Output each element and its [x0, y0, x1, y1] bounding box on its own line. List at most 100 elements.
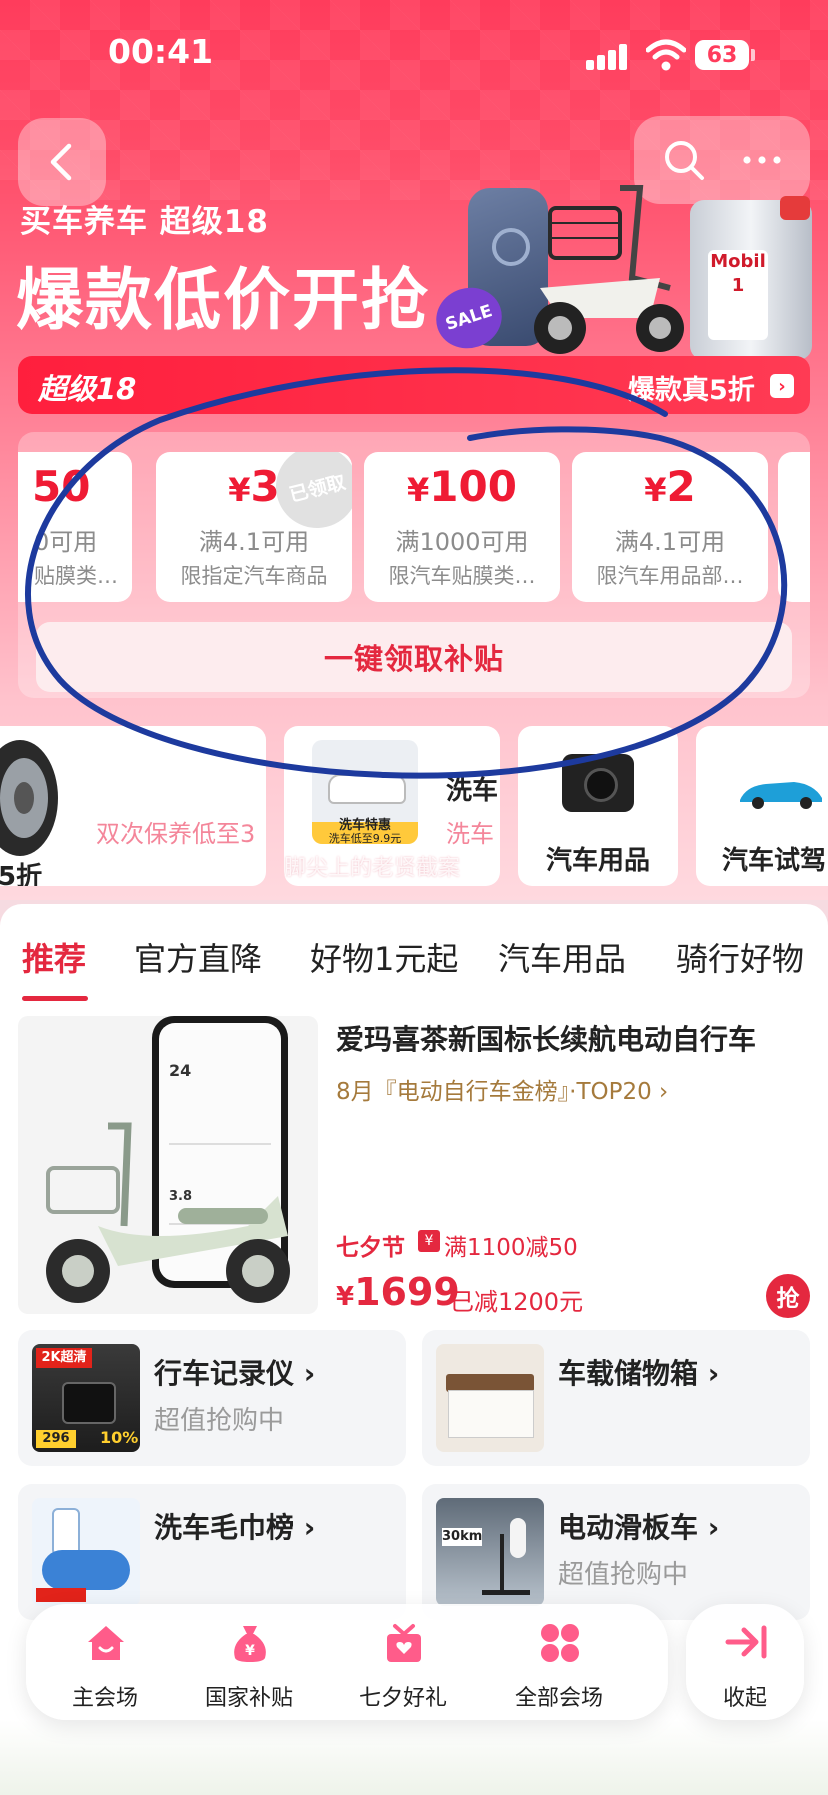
car-towel-thumbnail	[32, 1498, 140, 1606]
coupon-condition: 满1000可用	[395, 528, 529, 556]
featured-rank-link[interactable]: 8月『电动自行车金榜』·TOP20 ›	[336, 1072, 668, 1106]
nav-qixi-gifts[interactable]: 七夕好礼	[338, 1618, 468, 1714]
scooter-image	[534, 185, 684, 354]
coupon-card[interactable]: 50 0可用 贴膜类…	[18, 452, 132, 602]
mini-card-e-scooter[interactable]: 30km 电动滑板车 › 超值抢购中	[422, 1484, 810, 1620]
category-subtitle: 双次保养低至3	[96, 820, 256, 848]
active-tab-indicator	[22, 996, 88, 1001]
featured-price: ¥1699	[336, 1270, 460, 1314]
thumb-badge: 2K超清	[36, 1348, 92, 1368]
coupon-card[interactable]: ¥100 满1000可用 限汽车贴膜类…	[364, 452, 560, 602]
coupon-card[interactable]: ¥2 满4.1可用 限汽车用品部…	[572, 452, 768, 602]
mini-card-car-towel[interactable]: 洗车毛巾榜 ›	[18, 1484, 406, 1620]
coupon-tag-icon: ¥	[418, 1230, 440, 1252]
promo-label: 七夕节	[336, 1235, 405, 1261]
tab-one-yuan-deals[interactable]: 好物1元起	[310, 934, 458, 980]
back-button[interactable]	[18, 118, 106, 206]
mini-card-title: 电动滑板车 ›	[558, 1511, 720, 1544]
money-bag-icon: ¥	[234, 1626, 266, 1662]
coupon-scope: 贴膜类…	[34, 564, 118, 588]
dashcam-image	[562, 754, 634, 812]
ebike-image	[46, 1122, 290, 1303]
saved-amount: 已减1200元	[450, 1288, 584, 1316]
carwash-badge-sub: 洗车低至9.9元	[328, 832, 402, 844]
tab-cycling-goods[interactable]: 骑行好物	[676, 934, 804, 980]
status-time: 00:41	[108, 32, 214, 71]
category-title: 洗车	[446, 776, 499, 806]
coupon-card[interactable]: ¥3 满4.1可用 限指定汽车商品 已领取	[156, 452, 352, 602]
coupon-condition: 0可用	[34, 528, 98, 556]
phone-screen-value: 24	[169, 1061, 192, 1080]
gift-icon	[387, 1624, 421, 1662]
collapse-label: 收起	[722, 1686, 767, 1711]
mini-card-title: 车载储物箱 ›	[558, 1357, 720, 1390]
featured-product-image[interactable]: 24 3.8	[18, 1016, 318, 1314]
nav-label: 七夕好礼	[358, 1686, 447, 1711]
tab-recommended[interactable]: 推荐	[22, 934, 86, 980]
thumb-percent: 10%	[100, 1428, 139, 1447]
mini-card-title: 洗车毛巾榜 ›	[154, 1511, 316, 1544]
coupon-amount: 50	[32, 462, 91, 511]
oil-cap	[780, 196, 810, 220]
coupon-panel: 50 0可用 贴膜类… ¥3 满4.1可用 限指定汽车商品 已领取 ¥100 满…	[18, 432, 810, 698]
thumb-range: 30km	[442, 1528, 483, 1546]
claim-all-subsidies-button[interactable]: 一键领取补贴	[36, 622, 792, 692]
battery-indicator: 63	[695, 40, 749, 70]
tab-official-price-drop[interactable]: 官方直降	[134, 934, 262, 980]
mini-card-dashcam[interactable]: 2K超清 296 10% 行车记录仪 › 超值抢购中	[18, 1330, 406, 1466]
bottom-fade	[0, 1720, 828, 1795]
more-icon[interactable]	[742, 155, 782, 165]
thumb-price: 296	[36, 1430, 76, 1448]
cellular-signal-icon	[586, 44, 638, 70]
hero-headline: 爆款低价开抢	[16, 261, 430, 339]
category-title: 汽车用品	[546, 846, 651, 876]
coupon-scope: 限汽车贴膜类…	[388, 564, 536, 588]
oil-brand-label: Mobil 1	[708, 250, 768, 340]
half-price-link[interactable]: 爆款真5折	[628, 368, 755, 407]
collapse-arrow-icon	[725, 1625, 767, 1659]
nav-main-venue[interactable]: 主会场	[40, 1618, 170, 1714]
bottom-nav: 主会场 ¥ 国家补贴 七夕好礼 全部会场	[26, 1604, 668, 1720]
carwash-thumbnail: 洗车特惠 洗车低至9.9元	[312, 740, 418, 844]
deal-text: 满1100减50	[444, 1235, 578, 1261]
collapse-button[interactable]: 收起	[686, 1604, 804, 1720]
grid-icon	[541, 1624, 579, 1662]
svg-text:¥: ¥	[245, 1643, 255, 1659]
coupon-card-partial[interactable]	[778, 452, 810, 602]
home-icon	[88, 1626, 124, 1660]
tab-car-supplies[interactable]: 汽车用品	[498, 934, 626, 980]
storage-box-thumbnail	[436, 1344, 544, 1452]
category-card-maintenance[interactable]: 双次保养低至3 真5折	[0, 726, 266, 886]
super18-label: 超级18	[38, 372, 137, 406]
featured-product-title[interactable]: 爱玛喜茶新国标长续航电动自行车	[336, 1018, 756, 1058]
grab-button[interactable]: 抢	[766, 1274, 810, 1318]
nav-all-venues[interactable]: 全部会场	[494, 1618, 624, 1714]
coupon-amount: ¥100	[407, 462, 517, 511]
nav-label: 全部会场	[514, 1686, 603, 1711]
hero-tagline: 买车养车 超级18	[20, 204, 269, 240]
nav-national-subsidy[interactable]: ¥ 国家补贴	[184, 1618, 314, 1714]
e-scooter-thumbnail: 30km	[436, 1498, 544, 1606]
nav-label: 国家补贴	[204, 1686, 293, 1711]
mini-card-title: 行车记录仪 ›	[154, 1357, 316, 1390]
category-card-car-supplies[interactable]: 汽车用品	[518, 726, 678, 886]
category-card-test-drive[interactable]: 汽车试驾	[696, 726, 828, 886]
category-card-carwash[interactable]: 洗车特惠 洗车低至9.9元 洗车 洗车 脚尖上的老贤截案	[284, 726, 500, 886]
chevron-left-icon	[50, 143, 72, 181]
chevron-right-icon: ›	[770, 374, 794, 398]
mini-card-storage-box[interactable]: 车载储物箱 ›	[422, 1330, 810, 1466]
dashcam-thumbnail: 2K超清 296 10%	[32, 1344, 140, 1452]
nav-label: 主会场	[71, 1686, 138, 1711]
tire-image	[0, 740, 58, 856]
coupon-scope: 限汽车用品部…	[596, 564, 744, 588]
coupon-condition: 满4.1可用	[614, 528, 726, 556]
mini-card-subtitle: 超值抢购中	[558, 1560, 689, 1590]
category-title: 真5折	[0, 862, 43, 886]
mini-card-subtitle: 超值抢购中	[154, 1406, 285, 1436]
category-subtitle: 洗车	[446, 820, 494, 848]
car-image	[740, 782, 822, 809]
category-title: 汽车试驾	[722, 846, 827, 876]
coupon-scope: 限指定汽车商品	[180, 564, 328, 588]
wifi-icon	[646, 39, 686, 71]
watermark-text: 脚尖上的老贤截案	[284, 856, 461, 881]
